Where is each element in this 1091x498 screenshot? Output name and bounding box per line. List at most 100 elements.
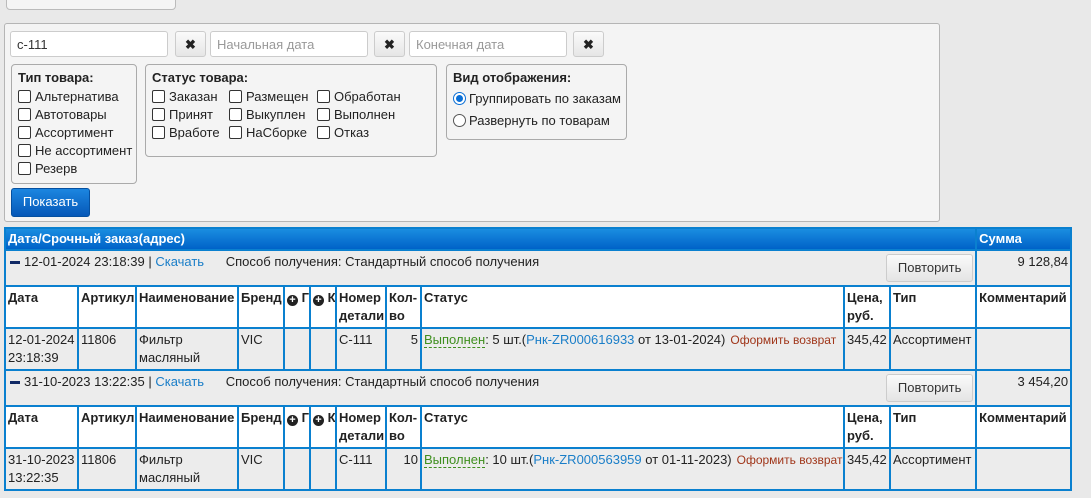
plus-circle-icon[interactable]: + xyxy=(313,295,324,306)
column-header[interactable]: + Г xyxy=(283,405,311,449)
checkbox[interactable] xyxy=(152,125,165,139)
status-qty: : 5 шт.( xyxy=(485,332,527,347)
type-checkbox[interactable]: Не ассортимент xyxy=(18,141,136,159)
column-header[interactable]: + К xyxy=(309,285,337,329)
type-checkbox[interactable]: Резерв xyxy=(18,159,136,177)
type-checkbox[interactable]: Альтернатива xyxy=(18,87,136,105)
view-radio[interactable]: Группировать по заказам xyxy=(453,87,626,109)
column-header-row: Дата Артикул Наименование Бренд + Г + К Номер … xyxy=(4,405,1073,449)
collapse-icon[interactable] xyxy=(10,261,20,265)
column-header: Дата xyxy=(4,405,79,449)
item-name: Фильтр масляный xyxy=(139,332,201,365)
download-link[interactable]: Скачать xyxy=(155,254,204,269)
column-header: Номер детали xyxy=(335,405,387,449)
view-radio[interactable]: Развернуть по товарам xyxy=(453,109,626,131)
order-sum: 9 128,84 xyxy=(975,249,1073,287)
orders-table: Дата/Срочный заказ(адрес) Сумма Повторить… xyxy=(3,227,1073,491)
status-checkbox[interactable]: Принят xyxy=(152,105,224,123)
item-type: Ассортимент xyxy=(893,332,972,347)
product-status-title: Статус товара: xyxy=(152,70,249,85)
status-checkbox[interactable]: Размещен xyxy=(229,87,312,105)
document-link[interactable]: Рнк-ZR000563959 xyxy=(533,452,641,467)
column-header[interactable]: + Г xyxy=(283,285,311,329)
checkbox-label: Резерв xyxy=(35,160,78,176)
column-label: Г xyxy=(301,410,309,425)
item-status[interactable]: Выполнен xyxy=(424,452,486,468)
checkbox-label: Автотовары xyxy=(35,106,107,122)
radio-button[interactable] xyxy=(453,91,466,105)
column-header: Бренд xyxy=(237,405,285,449)
end-date-input[interactable] xyxy=(409,31,567,57)
item-time: 23:18:39 xyxy=(8,350,59,365)
checkbox[interactable] xyxy=(229,89,242,103)
item-qty: 10 xyxy=(403,452,418,467)
search-input[interactable] xyxy=(10,31,168,57)
checkbox-label: Обработан xyxy=(334,88,401,104)
clear-end-date-button[interactable]: ✖ xyxy=(573,31,604,57)
status-checkbox[interactable]: Отказ xyxy=(317,123,407,141)
item-price: 345,42 xyxy=(847,452,887,467)
plus-circle-icon[interactable]: + xyxy=(287,295,298,306)
collapse-icon[interactable] xyxy=(10,381,20,385)
show-button[interactable]: Показать xyxy=(11,188,90,217)
product-status-group: Статус товара: Заказан Размещен Обработан П… xyxy=(145,64,437,157)
item-brand: VIC xyxy=(241,332,263,347)
table-cell: 31-10-2023 13:22:35 xyxy=(4,447,79,491)
column-header: Комментарий xyxy=(975,405,1073,449)
checkbox[interactable] xyxy=(18,143,31,157)
column-header: Кол-во xyxy=(385,405,422,449)
product-type-group: Тип товара: Альтернатива Автотовары Ассорт… xyxy=(11,64,137,184)
table-cell: Фильтр масляный xyxy=(135,327,239,371)
status-checkbox[interactable]: НаСборке xyxy=(229,123,312,141)
return-link[interactable]: Оформить возврат xyxy=(737,453,842,467)
checkbox[interactable] xyxy=(229,125,242,139)
plus-circle-icon[interactable]: + xyxy=(287,415,298,426)
repeat-button[interactable]: Повторить xyxy=(886,374,974,402)
table-cell xyxy=(283,327,311,371)
checkbox[interactable] xyxy=(18,89,31,103)
order-datetime: 12-01-2024 23:18:39 xyxy=(24,254,145,269)
status-checkbox[interactable]: Обработан xyxy=(317,87,407,105)
type-checkbox[interactable]: Автотовары xyxy=(18,105,136,123)
checkbox-label: Вработе xyxy=(169,124,220,140)
radio-label: Группировать по заказам xyxy=(469,90,621,106)
checkbox[interactable] xyxy=(229,107,242,121)
checkbox[interactable] xyxy=(152,89,165,103)
status-checkbox[interactable]: Заказан xyxy=(152,87,224,105)
checkbox[interactable] xyxy=(152,107,165,121)
filter-panel: ✖ ✖ ✖ Тип товара: Альтернатива Автотовары… xyxy=(4,23,940,222)
status-checkbox[interactable]: Вработе xyxy=(152,123,224,141)
repeat-button[interactable]: Повторить xyxy=(886,254,974,282)
checkbox[interactable] xyxy=(18,125,31,139)
product-type-title: Тип товара: xyxy=(18,70,94,85)
delivery-method: Стандартный способ получения xyxy=(345,254,540,269)
item-status[interactable]: Выполнен xyxy=(424,332,486,348)
radio-button[interactable] xyxy=(453,113,466,127)
clear-start-date-button[interactable]: ✖ xyxy=(374,31,405,57)
column-header: Номер детали xyxy=(335,285,387,329)
checkbox[interactable] xyxy=(18,161,31,175)
column-header[interactable]: + К xyxy=(309,405,337,449)
plus-circle-icon[interactable]: + xyxy=(313,415,324,426)
table-cell xyxy=(283,447,311,491)
table-cell: Ассортимент xyxy=(888,327,978,371)
checkbox-label: Ассортимент xyxy=(35,124,114,140)
checkbox[interactable] xyxy=(18,107,31,121)
column-header: Цена, руб. xyxy=(843,405,891,449)
start-date-input[interactable] xyxy=(210,31,368,57)
column-header: Статус xyxy=(420,285,845,329)
clear-search-button[interactable]: ✖ xyxy=(175,31,206,57)
checkbox[interactable] xyxy=(317,89,330,103)
document-link[interactable]: Рнк-ZR000616933 xyxy=(526,332,634,347)
type-checkbox[interactable]: Ассортимент xyxy=(18,123,136,141)
delivery-label: Способ получения: xyxy=(225,374,342,389)
column-label: К xyxy=(327,290,336,305)
return-link[interactable]: Оформить возврат xyxy=(730,333,836,347)
download-link[interactable]: Скачать xyxy=(155,374,204,389)
checkbox[interactable] xyxy=(317,107,330,121)
status-checkbox[interactable]: Выполнен xyxy=(317,105,407,123)
column-header: Артикул xyxy=(77,285,137,329)
table-row: 12-01-2024 23:18:39 11806 Фильтр масляный VI… xyxy=(4,327,1073,371)
status-checkbox[interactable]: Выкуплен xyxy=(229,105,312,123)
checkbox[interactable] xyxy=(317,125,330,139)
